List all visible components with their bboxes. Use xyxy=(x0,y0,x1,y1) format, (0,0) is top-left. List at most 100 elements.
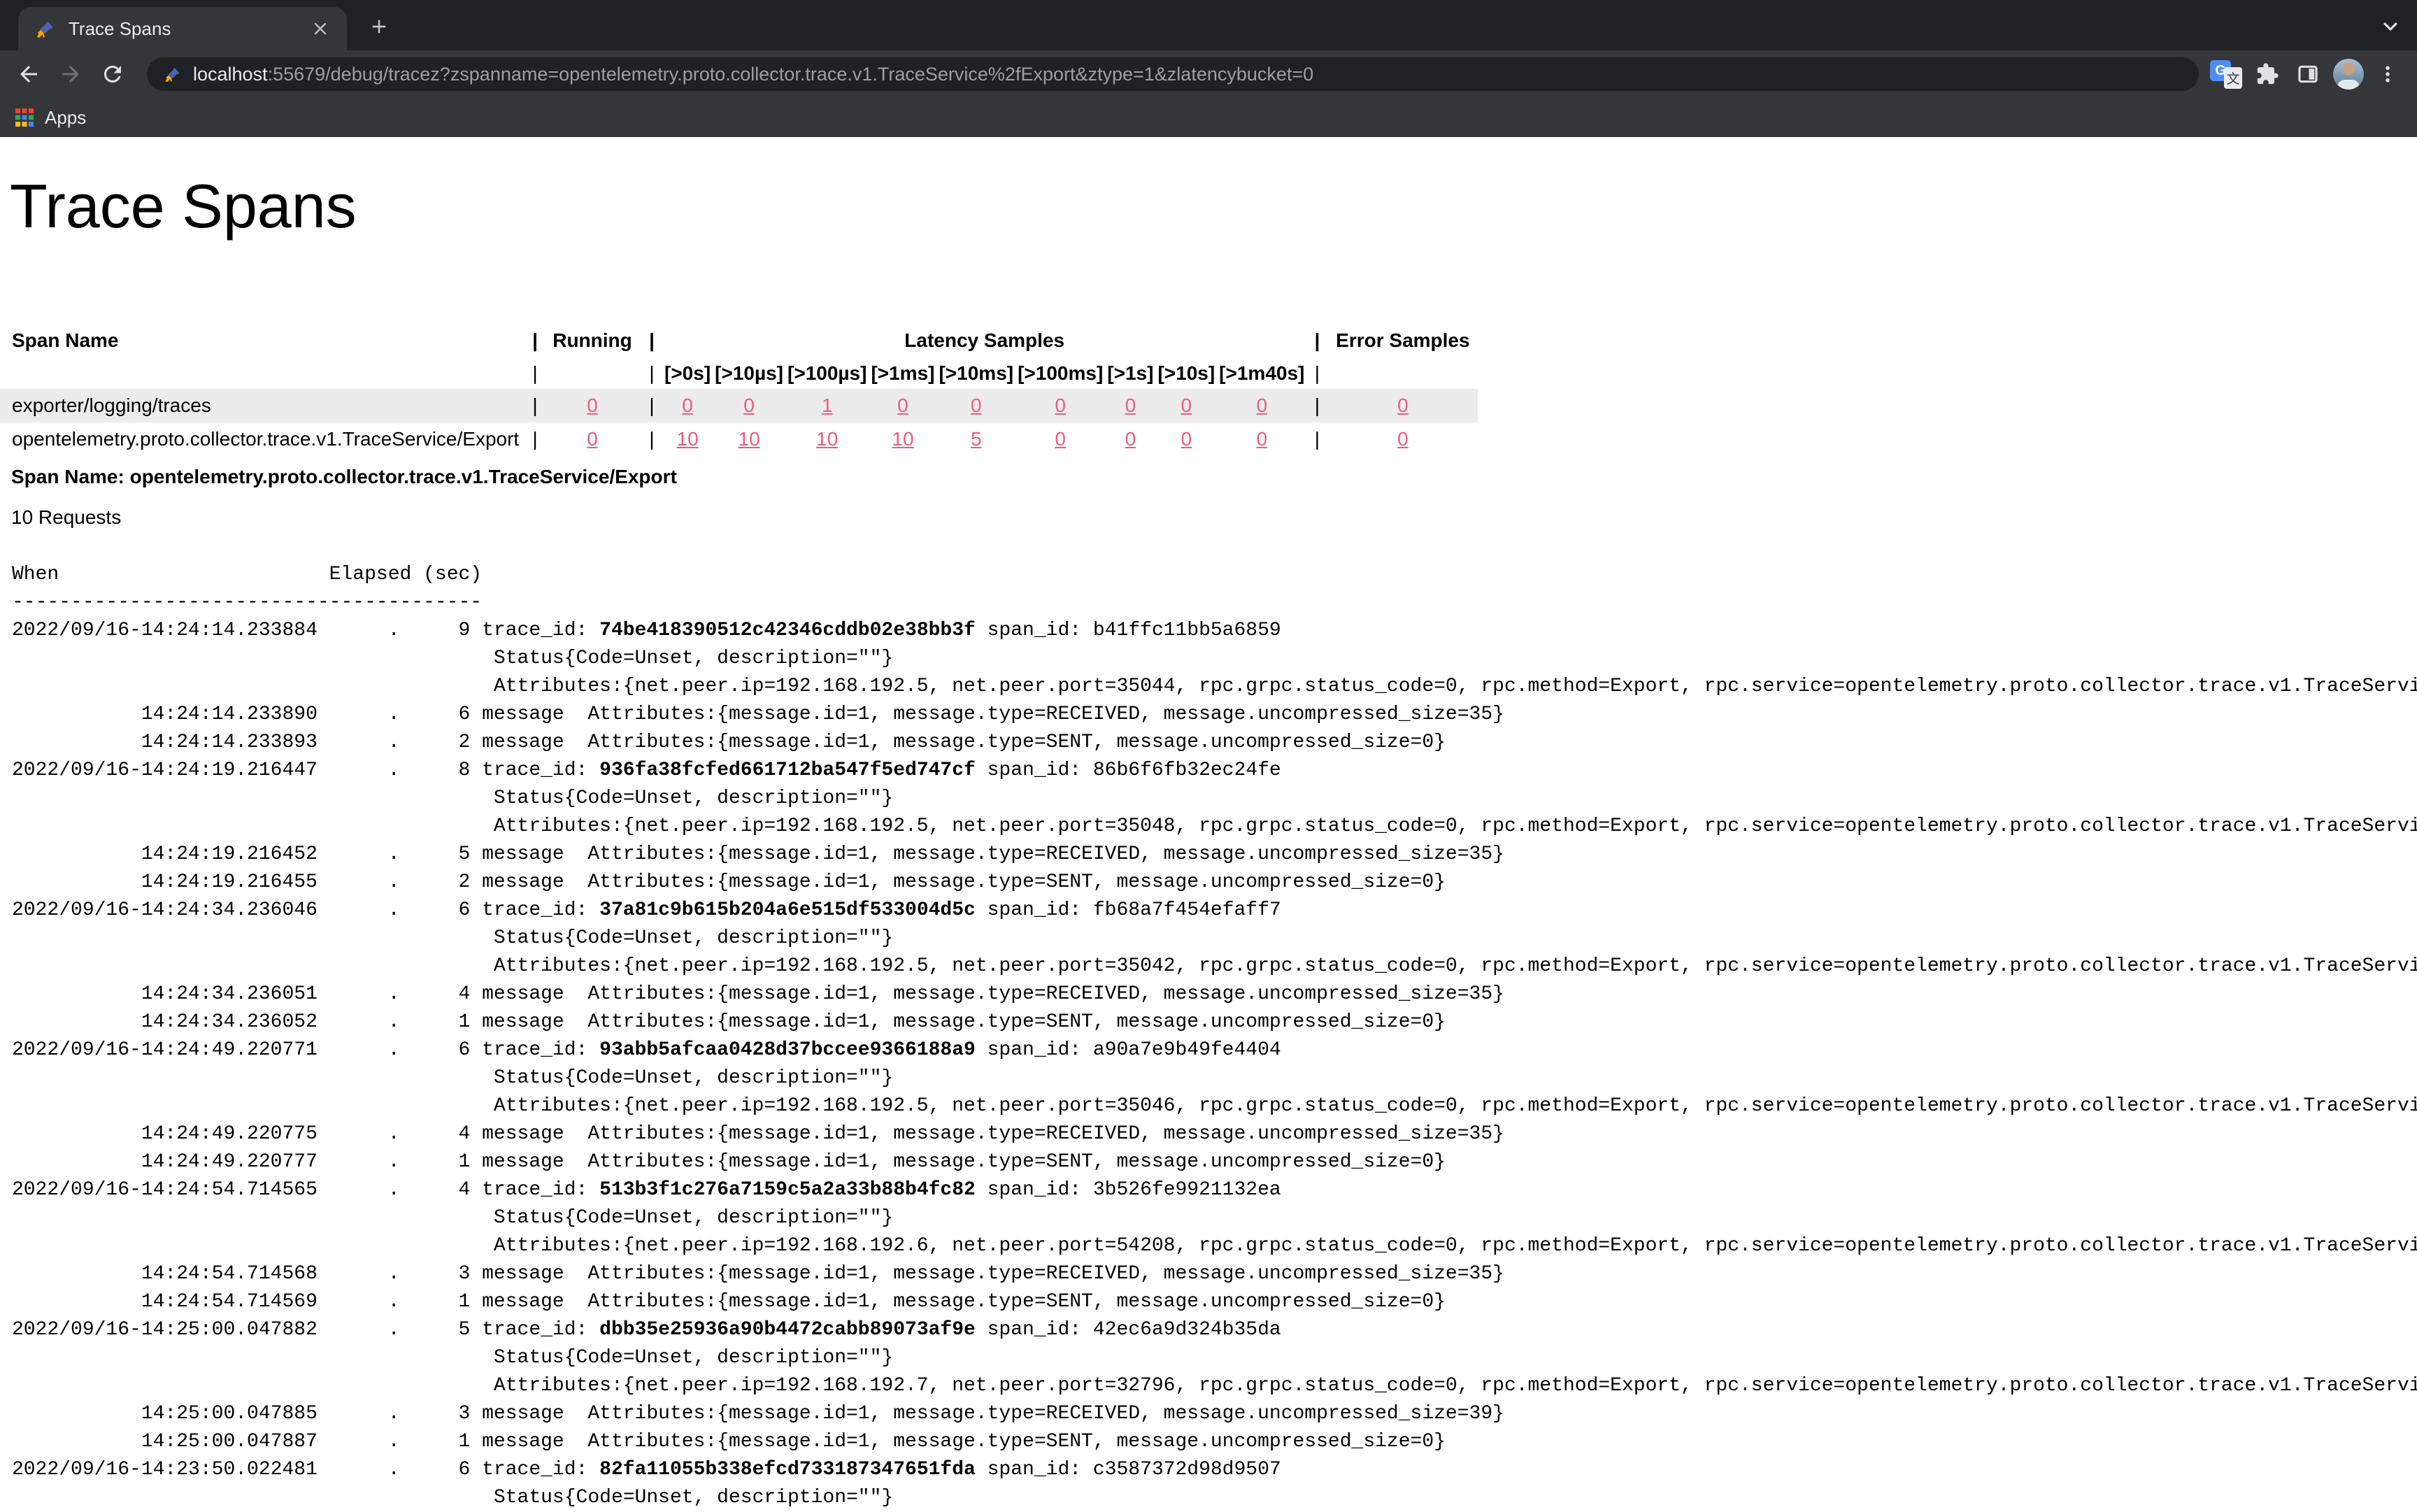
site-favicon-icon xyxy=(164,65,182,83)
bucket-count-link[interactable]: 10 xyxy=(677,428,699,450)
bucket-count-link[interactable]: 0 xyxy=(1125,428,1136,450)
side-panel-icon[interactable] xyxy=(2293,59,2323,90)
trace-id: 82fa11055b338efcd733187347651fda xyxy=(599,1459,976,1481)
new-tab-button[interactable] xyxy=(364,11,394,42)
bucket-count-link[interactable]: 0 xyxy=(1181,428,1192,450)
bucket-count-link-cell: 10 xyxy=(869,422,936,456)
apps-grid-icon[interactable] xyxy=(14,107,35,128)
trace-id: 936fa38fcfed661712ba547f5ed747cf xyxy=(599,759,976,781)
forward-icon[interactable] xyxy=(52,55,90,93)
empty-cell xyxy=(543,358,641,389)
reload-icon[interactable] xyxy=(94,55,131,93)
bucket-label-row: ||[>0s][>10µs][>100µs][>1ms][>10ms][>100… xyxy=(0,358,1478,389)
error-count-link[interactable]: 0 xyxy=(1397,394,1409,416)
trace-id: 93abb5afcaa0428d37bccee9366188a9 xyxy=(599,1039,976,1061)
tab-close-icon[interactable] xyxy=(306,15,334,43)
bucket-count-link-cell: 0 xyxy=(1217,389,1306,422)
col-separator: | xyxy=(527,422,543,456)
bucket-count-link[interactable]: 5 xyxy=(971,428,982,450)
col-separator: | xyxy=(641,422,662,456)
request-attributes: Attributes:{net.peer.ip=192.168.192.6, n… xyxy=(12,1235,2417,1257)
request-entry: 2022/09/16-14:24:34.236046 . 6 trace_id:… xyxy=(12,899,1281,921)
menu-kebab-icon[interactable] xyxy=(2374,59,2402,90)
bucket-label: [>100µs] xyxy=(785,358,869,389)
toolbar-right-cluster: G 文 xyxy=(2210,59,2407,90)
request-status: Status{Code=Unset, description=""} xyxy=(12,1347,893,1369)
bucket-count-link[interactable]: 0 xyxy=(1256,428,1267,450)
bucket-count-link[interactable]: 0 xyxy=(1055,394,1066,416)
col-separator: | xyxy=(641,323,662,358)
request-event: 14:24:14.233890 . 6 message Attributes:{… xyxy=(12,704,1504,725)
bucket-count-link[interactable]: 0 xyxy=(1181,394,1192,416)
request-event: 14:25:00.047887 . 1 message Attributes:{… xyxy=(12,1431,1446,1453)
running-count-link[interactable]: 0 xyxy=(587,394,598,416)
col-error-samples: Error Samples xyxy=(1327,323,1478,358)
request-entry: 2022/09/16-14:24:49.220771 . 6 trace_id:… xyxy=(12,1039,1281,1061)
bucket-count-link[interactable]: 10 xyxy=(816,428,838,450)
opentelemetry-favicon-icon xyxy=(35,18,56,39)
requests-log: When Elapsed (sec) ---------------------… xyxy=(12,561,2417,1512)
bucket-count-link-cell: 0 xyxy=(1105,422,1155,456)
bucket-count-link[interactable]: 0 xyxy=(1125,394,1136,416)
bucket-count-link-cell: 0 xyxy=(713,389,785,422)
col-separator: | xyxy=(641,389,662,422)
request-event: 14:24:34.236051 . 4 message Attributes:{… xyxy=(12,983,1504,1005)
request-attributes: Attributes:{net.peer.ip=192.168.192.5, n… xyxy=(12,1095,2417,1117)
bucket-count-link[interactable]: 0 xyxy=(1256,394,1267,416)
bucket-count-link[interactable]: 0 xyxy=(682,394,693,416)
bookmark-apps[interactable]: Apps xyxy=(45,107,86,129)
request-attributes: Attributes:{net.peer.ip=192.168.192.5, n… xyxy=(12,955,2417,977)
tab-title: Trace Spans xyxy=(69,18,306,40)
bucket-count-link-cell: 0 xyxy=(1155,389,1217,422)
bucket-label: [>10ms] xyxy=(936,358,1015,389)
tab-search-chevron-icon[interactable] xyxy=(2375,15,2406,38)
bucket-count-link[interactable]: 10 xyxy=(739,428,760,450)
bucket-count-link-cell: 0 xyxy=(1015,389,1105,422)
bucket-count-link-cell: 10 xyxy=(662,422,713,456)
bucket-count-link-cell: 0 xyxy=(1105,389,1155,422)
bucket-label: [>1s] xyxy=(1105,358,1155,389)
browser-tab[interactable]: Trace Spans xyxy=(18,7,347,50)
bucket-count-link[interactable]: 0 xyxy=(743,394,755,416)
back-icon[interactable] xyxy=(10,55,48,93)
bucket-count-link-cell: 0 xyxy=(662,389,713,422)
log-header: When Elapsed (sec) xyxy=(12,564,482,585)
address-bar[interactable]: localhost:55679/debug/tracez?zspanname=o… xyxy=(147,57,2199,91)
request-entry: 2022/09/16-14:24:54.714565 . 4 trace_id:… xyxy=(12,1179,1281,1201)
error-count-link-cell: 0 xyxy=(1327,422,1478,456)
running-count-link[interactable]: 0 xyxy=(587,428,598,450)
profile-avatar[interactable] xyxy=(2333,59,2364,90)
trace-id: dbb35e25936a90b4472cabb89073af9e xyxy=(599,1319,976,1341)
table-header-row: Span Name | Running | Latency Samples | … xyxy=(0,323,1478,358)
tab-bar: Trace Spans xyxy=(0,0,2417,50)
request-status: Status{Code=Unset, description=""} xyxy=(12,927,893,949)
bucket-count-link-cell: 10 xyxy=(785,422,869,456)
span-row: opentelemetry.proto.collector.trace.v1.T… xyxy=(0,422,1478,456)
col-separator: | xyxy=(527,358,543,389)
request-event: 14:24:54.714569 . 1 message Attributes:{… xyxy=(12,1291,1446,1313)
bucket-label: [>1m40s] xyxy=(1217,358,1306,389)
log-divider: ---------------------------------------- xyxy=(12,592,482,613)
tracez-page: Trace Spans Span Name | Running | Latenc… xyxy=(0,172,2417,1512)
col-separator: | xyxy=(1306,422,1327,456)
error-count-link[interactable]: 0 xyxy=(1397,428,1409,450)
col-separator: | xyxy=(1306,358,1327,389)
bucket-count-link[interactable]: 10 xyxy=(892,428,913,450)
bucket-count-link[interactable]: 0 xyxy=(897,394,908,416)
bucket-count-link-cell: 0 xyxy=(1155,422,1217,456)
request-entry: 2022/09/16-14:23:50.022481 . 6 trace_id:… xyxy=(12,1459,1281,1481)
col-separator: | xyxy=(527,323,543,358)
url-host: localhost xyxy=(193,64,268,85)
request-status: Status{Code=Unset, description=""} xyxy=(12,648,893,669)
extensions-puzzle-icon[interactable] xyxy=(2252,59,2283,90)
request-attributes: Attributes:{net.peer.ip=192.168.192.5, n… xyxy=(12,815,2417,837)
bucket-count-link[interactable]: 0 xyxy=(971,394,982,416)
google-translate-icon[interactable]: G 文 xyxy=(2210,59,2242,89)
bucket-count-link-cell: 10 xyxy=(713,422,785,456)
bucket-label: [>10s] xyxy=(1155,358,1217,389)
url-text: localhost:55679/debug/tracez?zspanname=o… xyxy=(193,64,1313,85)
bucket-count-link[interactable]: 1 xyxy=(822,394,833,416)
page-title: Trace Spans xyxy=(10,172,2417,241)
request-event: 14:25:00.047885 . 3 message Attributes:{… xyxy=(12,1403,1504,1425)
bucket-count-link[interactable]: 0 xyxy=(1055,428,1066,450)
